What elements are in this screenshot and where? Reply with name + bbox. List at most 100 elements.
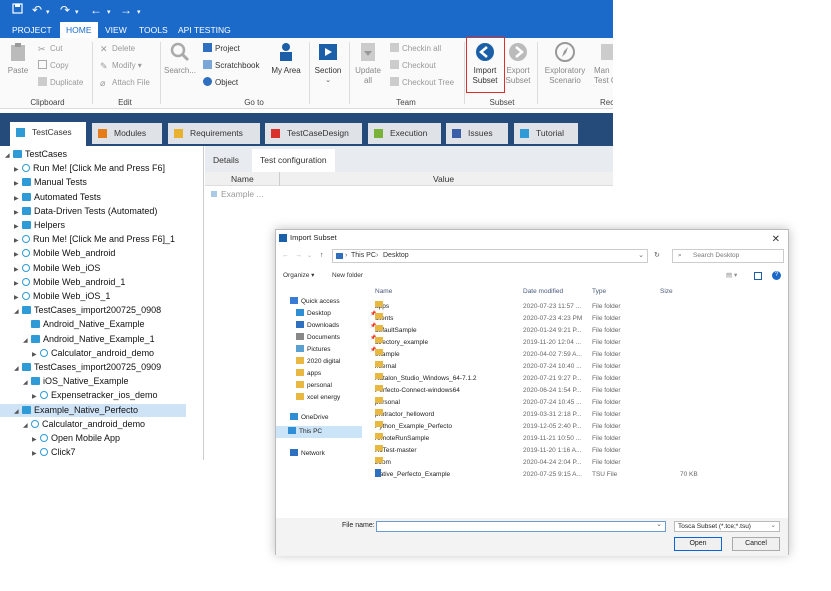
redo-icon[interactable]: ↷ [60,3,70,17]
tree-node[interactable]: Android_Native_Example [23,318,145,331]
undo-icon[interactable]: ↶ [32,3,42,17]
expand-down-icon[interactable]: ◢ [14,306,22,319]
tree-node[interactable]: ▶ Automated Tests [14,191,101,204]
open-button[interactable]: Open [674,537,722,551]
window-tab-execution[interactable]: Execution [368,123,441,144]
expand-down-icon[interactable]: ◢ [23,377,31,390]
update-all-button[interactable]: Update all [352,41,384,86]
column-header-size[interactable]: Size [660,286,673,298]
nav-item[interactable]: This PC [276,426,362,438]
tab-view[interactable]: VIEW [99,22,133,38]
window-tab-issues[interactable]: Issues [446,123,508,144]
tree-node[interactable]: ◢ Example_Native_Perfecto [0,403,186,419]
expand-right-icon[interactable]: ▶ [32,448,40,460]
tree-node[interactable]: ▶ Mobile Web_android_1 [14,276,125,289]
checkin-all-button[interactable]: Checkin all [390,43,441,54]
exploratory-scenario-button[interactable]: Exploratory Scenario [540,41,590,86]
expand-right-icon[interactable]: ▶ [14,264,22,277]
address-input[interactable]: › This PC › Desktop ⌄ [332,249,648,263]
back-arrow-icon[interactable]: ← [90,3,102,17]
window-tab-testcases[interactable]: TestCases [10,122,86,146]
preview-pane-icon[interactable] [754,272,762,280]
tree-node[interactable]: ▶ Run Me! [Click Me and Press F6] [14,162,165,175]
expand-right-icon[interactable]: ▶ [14,235,22,248]
search-button[interactable]: Search... [163,41,197,76]
attach-file-button[interactable]: ⌀ Attach File [100,77,150,88]
nav-item[interactable]: xcel energy [296,392,340,404]
tree-node[interactable]: ▶ Calculator_android_demo [32,347,154,360]
tab-project[interactable]: PROJECT [6,22,58,38]
tab-test-configuration[interactable]: Test configuration [252,149,335,172]
tree-node[interactable]: ◢ Android_Native_Example_1 [23,333,155,346]
tree-node[interactable]: ▶ Run Me! [Click Me and Press F6]_1 [14,233,175,246]
tree-node[interactable]: ◢ TestCases_import200725_0909 [14,361,161,374]
column-header-name[interactable]: Name [375,286,392,298]
chevron-down-icon[interactable]: ⌄ [656,520,662,528]
tree-node[interactable]: ▶ Open Mobile App [32,432,120,445]
project-button[interactable]: Project [203,43,240,54]
expand-right-icon[interactable]: ▶ [32,434,40,447]
file-type-select[interactable]: Tosca Subset (*.tce;*.tsu) ⌄ [674,521,780,532]
help-icon[interactable]: ? [772,271,781,280]
breadcrumb-this-pc[interactable]: This PC [351,246,376,266]
forward-arrow-icon[interactable]: → [295,246,302,266]
file-row[interactable]: zoom 2020-04-24 2:04 P... File folder [371,457,788,469]
file-name-input[interactable]: ⌄ [376,521,666,532]
expand-right-icon[interactable]: ▶ [14,164,22,177]
chevron-down-icon[interactable]: ⌄ [638,246,644,266]
file-row[interactable]: Python_Example_Perfecto 2019-12-05 2:40 P… [371,421,788,433]
window-tab-tutorial[interactable]: Tutorial [514,123,578,144]
tree-node[interactable]: ▶ Data-Driven Tests (Automated) [14,205,157,218]
nav-item[interactable]: Quick access [290,296,340,308]
file-row[interactable]: directory_example 2019-11-20 12:04 ... Fil… [371,337,788,349]
expand-right-icon[interactable]: ▶ [14,278,22,291]
tab-home[interactable]: HOME [60,22,98,38]
my-area-button[interactable]: My Area [268,41,304,76]
nav-item[interactable]: apps [296,368,321,380]
back-arrow-icon[interactable]: ← [282,246,289,266]
delete-button[interactable]: ✕ Delete [100,43,135,54]
section-button[interactable]: Section ⌄ [311,41,345,86]
nav-item[interactable]: OneDrive [290,412,328,424]
tab-api-testing[interactable]: API TESTING [172,22,237,38]
checkout-tree-button[interactable]: Checkout Tree [390,77,454,88]
manual-test-button[interactable]: Man Test C [594,41,613,86]
view-options-icon[interactable]: ▤ ▾ [726,268,737,284]
tree-node[interactable]: ▶ Mobile Web_iOS_1 [14,290,110,303]
file-row[interactable]: Perfecto-Connect-windows64 2020-06-24 1:5… [371,385,788,397]
details-row-name[interactable]: Example ... [211,189,264,199]
window-tab-modules[interactable]: Modules [92,123,162,144]
file-row[interactable]: example 2020-04-02 7:59 A... File folder [371,349,788,361]
object-button[interactable]: Object [203,77,238,88]
nav-item[interactable]: 2020 digital [296,356,340,368]
nav-item[interactable]: Pictures 📌 [296,344,376,356]
expand-down-icon[interactable]: ◢ [23,335,31,348]
expand-right-icon[interactable]: ▶ [32,391,40,404]
expand-down-icon[interactable]: ◢ [14,363,22,376]
export-subset-button[interactable]: Export Subset [502,41,534,86]
chevron-down-icon[interactable]: ▾ [137,6,141,20]
tree-node[interactable]: ▶ Click7 [32,446,76,459]
tree-node[interactable]: ▶ Manual Tests [14,176,87,189]
tree-node[interactable]: ▶ Expensetracker_ios_demo [32,389,158,402]
tab-tools[interactable]: TOOLS [133,22,174,38]
file-row[interactable]: Katalon_Studio_Windows_64-7.1.2 2020-07-2… [371,373,788,385]
expand-down-icon[interactable]: ◢ [14,406,22,419]
breadcrumb-desktop[interactable]: Desktop [383,246,409,266]
nav-item[interactable]: Network [290,448,325,460]
refresh-icon[interactable]: ↻ [654,246,660,266]
file-row[interactable]: XcTest-master 2019-11-20 1:16 A... File fo… [371,445,788,457]
column-header-type[interactable]: Type [592,286,606,298]
tree-node[interactable]: ▶ Mobile Web_iOS [14,262,100,275]
expand-down-icon[interactable]: ◢ [5,150,13,163]
search-input[interactable]: ⌕ Search Desktop [672,249,784,263]
scratchbook-button[interactable]: Scratchbook [203,60,259,71]
tree-node[interactable]: ▶ Helpers [14,219,65,232]
nav-item[interactable]: personal [296,380,332,392]
cut-button[interactable]: ✂ Cut [38,43,62,54]
file-row[interactable]: internal 2020-07-24 10:40 ... File folder [371,361,788,373]
file-row[interactable]: protractor_helloword 2019-03-31 2:18 P...… [371,409,788,421]
window-tab-testcasedesign[interactable]: TestCaseDesign [265,123,362,144]
tree-node[interactable]: ◢ Calculator_android_demo [23,418,145,431]
chevron-down-icon[interactable]: ▾ [107,6,111,20]
